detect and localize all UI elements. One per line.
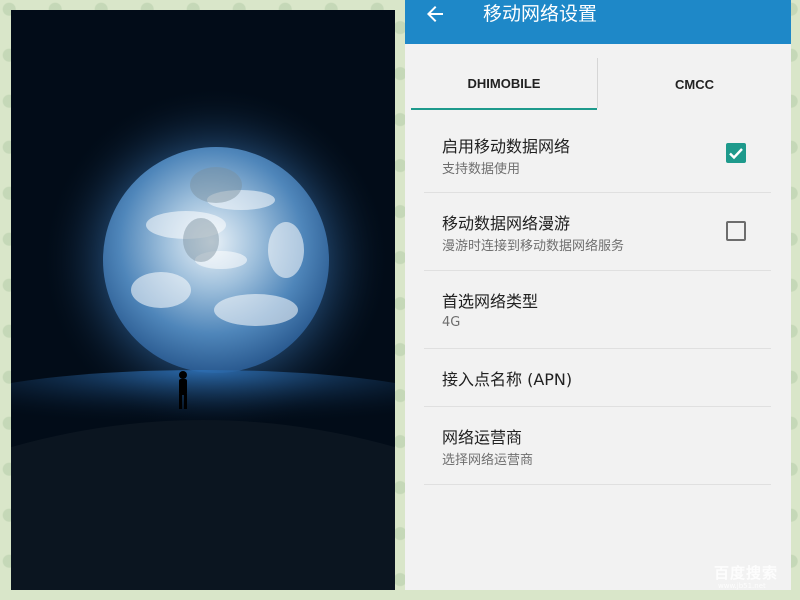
setting-title: 网络运营商 — [442, 428, 523, 447]
setting-apn[interactable]: 接入点名称 (APN) — [424, 349, 771, 407]
watermark-logo: 百度搜索 — [714, 564, 779, 582]
sim-tabs: DHIMOBILE CMCC — [405, 58, 791, 110]
setting-data-roaming[interactable]: 移动数据网络漫游 漫游时连接到移动数据网络服务 — [424, 193, 771, 271]
settings-list: 启用移动数据网络 支持数据使用 移动数据网络漫游 漫游时连接到移动数据网络服务 … — [424, 117, 771, 485]
arrow-left-icon[interactable] — [423, 2, 447, 26]
wallpaper-image — [11, 10, 395, 590]
mobile-network-settings-screen: 移动网络设置 DHIMOBILE CMCC 启用移动数据网络 支持数据使用 移动… — [405, 0, 791, 590]
setting-title: 移动数据网络漫游 — [442, 214, 571, 233]
page-title: 移动网络设置 — [483, 3, 598, 25]
check-icon — [729, 148, 743, 160]
setting-title: 接入点名称 (APN) — [442, 370, 573, 389]
setting-title: 启用移动数据网络 — [442, 137, 571, 156]
setting-preferred-network-type[interactable]: 首选网络类型 4G — [424, 271, 771, 349]
earth-illustration — [11, 10, 395, 590]
setting-mobile-data[interactable]: 启用移动数据网络 支持数据使用 — [424, 117, 771, 193]
watermark-url: www.jb51.net — [718, 582, 766, 590]
setting-title: 首选网络类型 — [442, 292, 539, 311]
setting-summary: 4G — [442, 315, 461, 330]
setting-summary: 选择网络运营商 — [442, 453, 534, 468]
mobile-data-checkbox[interactable] — [726, 143, 746, 163]
app-bar: 移动网络设置 — [405, 0, 791, 44]
data-roaming-checkbox[interactable] — [726, 221, 746, 241]
setting-network-operator[interactable]: 网络运营商 选择网络运营商 — [424, 407, 771, 485]
setting-summary: 漫游时连接到移动数据网络服务 — [442, 239, 625, 254]
ground-hill — [11, 420, 395, 590]
tab-cmcc[interactable]: CMCC — [598, 58, 791, 110]
setting-summary: 支持数据使用 — [442, 162, 521, 177]
tab-dhimobile[interactable]: DHIMOBILE — [411, 58, 597, 110]
